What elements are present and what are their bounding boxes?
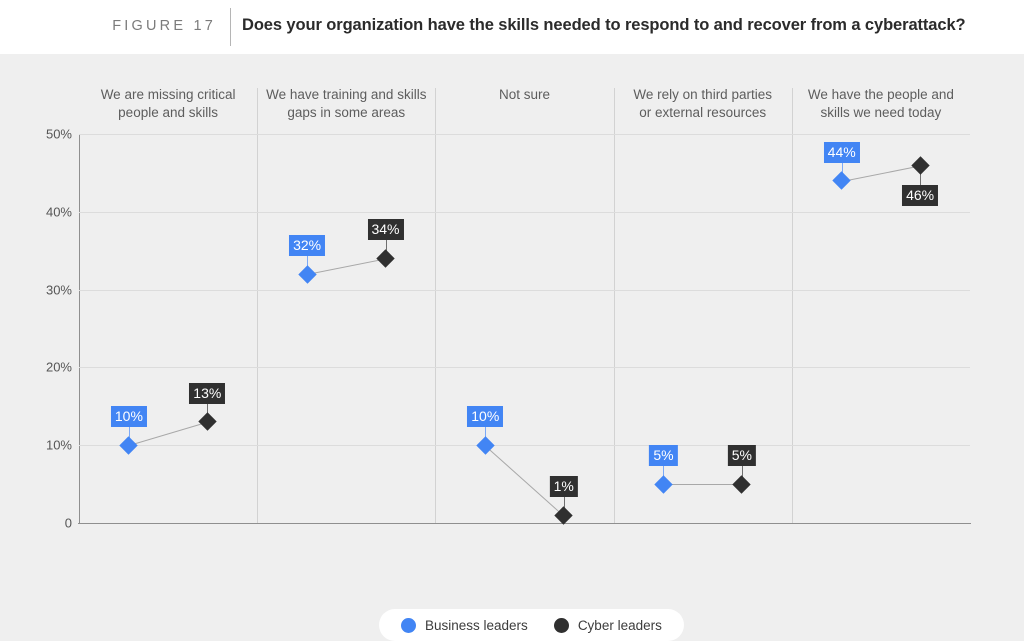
legend-item-business-leaders[interactable]: Business leaders xyxy=(401,617,528,633)
y-axis-tick-label: 40% xyxy=(45,204,72,220)
data-point-cyber-leaders[interactable] xyxy=(198,412,217,432)
y-axis-line xyxy=(79,134,80,524)
data-label: 10% xyxy=(110,406,147,428)
data-label: 46% xyxy=(902,185,939,207)
data-label: 5% xyxy=(727,445,757,467)
category-label-3: Not sure xyxy=(435,86,613,104)
figure-number-label: FIGURE 17 xyxy=(112,18,216,34)
chart-container: We are missing critical people and skills… xyxy=(0,54,1024,641)
category-label-line: We have the people and xyxy=(807,87,954,102)
category-label-line: gaps in some areas xyxy=(287,105,406,120)
legend-label: Business leaders xyxy=(425,617,528,633)
gridline xyxy=(79,523,970,524)
connector-line xyxy=(307,258,386,276)
plot-area: 10% 13% 32% 34% 10% 1% 5% 5% 44% 46% xyxy=(78,134,971,525)
data-label: 1% xyxy=(549,476,578,498)
legend-label: Cyber leaders xyxy=(577,617,662,633)
gridline xyxy=(79,445,970,447)
gridline xyxy=(79,134,970,135)
connector-line xyxy=(663,484,742,486)
header-divider xyxy=(230,8,231,46)
page-title: Does your organization have the skills n… xyxy=(242,16,966,34)
y-axis-tick-label: 30% xyxy=(45,282,72,298)
data-point-business-leaders[interactable] xyxy=(119,435,139,455)
category-label-line: We have training and skills xyxy=(266,87,427,102)
category-label-2: We have training and skills gaps in some … xyxy=(257,86,435,122)
gridline xyxy=(79,211,970,213)
circle-icon xyxy=(553,617,569,633)
y-axis-tick-label: 10% xyxy=(45,437,72,453)
category-label-line: We rely on third parties xyxy=(633,87,772,102)
data-label: 34% xyxy=(367,219,404,241)
circle-icon xyxy=(401,617,416,633)
category-label-line: or external resources xyxy=(639,105,767,120)
data-point-business-leaders[interactable] xyxy=(297,264,317,284)
y-axis-tick-label: 50% xyxy=(45,126,72,142)
connector-line xyxy=(841,165,921,182)
y-axis: 0 10% 20% 30% 40% 50% xyxy=(0,54,72,609)
data-label: 5% xyxy=(649,445,678,467)
data-point-business-leaders[interactable] xyxy=(832,171,851,190)
gridline xyxy=(79,289,970,291)
chart-legend: Business leaders Cyber leaders xyxy=(379,609,684,641)
category-label-4: We rely on third parties or external reso… xyxy=(614,86,792,122)
data-point-business-leaders[interactable] xyxy=(654,474,673,494)
category-label-line: people and skills xyxy=(118,105,218,120)
category-label-line: Not sure xyxy=(498,87,550,102)
category-header-row: We are missing critical people and skills… xyxy=(0,54,1024,523)
category-label-line: skills we need today xyxy=(820,105,942,120)
category-label-5: We have the people and skills we need tod… xyxy=(792,86,970,122)
data-point-cyber-leaders[interactable] xyxy=(376,249,395,268)
data-label: 32% xyxy=(289,235,326,257)
category-label-1: We are missing critical people and skills xyxy=(79,86,257,122)
data-point-cyber-leaders[interactable] xyxy=(910,155,930,175)
data-point-cyber-leaders[interactable] xyxy=(732,474,752,494)
y-axis-tick-label: 0 xyxy=(64,515,72,531)
y-axis-tick-label: 20% xyxy=(45,359,72,375)
legend-item-cyber-leaders[interactable]: Cyber leaders xyxy=(553,617,662,633)
figure-header: FIGURE 17 Does your organization have th… xyxy=(0,0,1024,54)
gridline xyxy=(79,367,970,369)
category-label-line: We are missing critical xyxy=(100,87,236,102)
data-label: 10% xyxy=(467,406,504,428)
data-label: 13% xyxy=(189,382,226,404)
data-label: 44% xyxy=(823,141,860,163)
